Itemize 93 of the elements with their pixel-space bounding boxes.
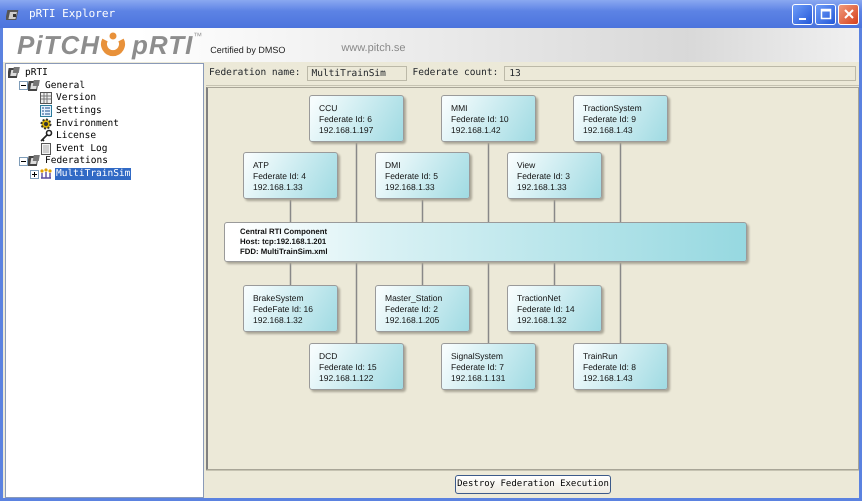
field-value: 13 — [504, 66, 856, 81]
federate-id: Federate Id: 8 — [583, 362, 636, 373]
ip-address: 192.168.1.205 — [385, 315, 440, 326]
ip-address: 192.168.1.33 — [517, 182, 567, 193]
federate-name: DMI — [385, 160, 401, 171]
federate-id: Federate Id: 3 — [517, 171, 570, 182]
federate-node[interactable]: TractionNet Federate Id: 14 192.168.1.32 — [507, 285, 602, 332]
logo-text: PiTCH — [17, 32, 100, 58]
close-button[interactable] — [838, 4, 859, 24]
ip-address: 192.168.1.131 — [451, 373, 506, 384]
ip-address: 192.168.1.43 — [583, 125, 633, 136]
federate-id: Federate Id: 6 — [319, 114, 372, 125]
grid-icon — [39, 91, 53, 106]
ip-address: 192.168.1.32 — [517, 315, 567, 326]
swirl-logo-icon — [100, 31, 128, 59]
document-icon — [39, 142, 53, 156]
minimize-icon — [799, 18, 806, 20]
field-label: Federate count: — [412, 66, 498, 80]
maximize-icon — [818, 7, 832, 21]
ip-address: 192.168.1.32 — [253, 315, 303, 326]
minimize-button[interactable] — [792, 4, 813, 24]
expand-toggle[interactable] — [19, 81, 28, 90]
window-title: pRTI Explorer — [29, 6, 116, 22]
federate-name: BrakeSystem — [253, 293, 304, 304]
ip-address: 192.168.1.42 — [451, 125, 501, 136]
connector-line — [290, 200, 292, 222]
tree-item[interactable]: Federations — [44, 155, 109, 168]
federate-id: Federate Id: 7 — [451, 362, 504, 373]
federate-name: TractionSystem — [583, 103, 642, 114]
federate-id: Federate Id: 15 — [319, 362, 377, 373]
federate-id: Federate Id: 10 — [451, 114, 509, 125]
tree-item[interactable]: Environment — [55, 118, 120, 130]
connector-line — [290, 263, 292, 285]
key-icon — [39, 129, 53, 144]
logo-icon — [28, 78, 42, 93]
connector-line — [422, 200, 424, 222]
ip-address: 192.168.1.197 — [319, 125, 374, 136]
connector-line — [554, 263, 556, 285]
field-value: MultiTrainSim — [306, 66, 407, 81]
federate-name: TrainRun — [583, 351, 618, 362]
federate-id: Federate Id: 2 — [385, 304, 438, 315]
federate-name: DCD — [319, 351, 338, 362]
close-icon — [842, 7, 856, 21]
federate-id: Federate Id: 9 — [583, 114, 636, 125]
gear-icon — [39, 116, 53, 131]
connector-line — [422, 263, 424, 285]
federate-node[interactable]: BrakeSystem FedeFate Id: 16 192.168.1.32 — [243, 285, 338, 332]
federate-node[interactable]: DCD Federate Id: 15 192.168.1.122 — [309, 343, 404, 390]
federate-name: Master_Station — [385, 293, 442, 304]
federate-id: FedeFate Id: 16 — [253, 304, 314, 315]
federate-node[interactable]: ATP Federate Id: 4 192.168.1.33 — [243, 152, 338, 199]
tree-item[interactable]: pRTI — [24, 67, 49, 80]
website-url: www.pitch.se — [341, 42, 406, 54]
federate-name: CCU — [319, 103, 338, 114]
expand-toggle[interactable] — [19, 156, 28, 166]
federate-name: SignalSystem — [451, 351, 503, 362]
list-icon — [39, 104, 53, 118]
tree-item[interactable]: Settings — [55, 105, 103, 118]
tree-item[interactable]: Version — [55, 92, 98, 104]
network-icon — [39, 167, 53, 182]
federate-node[interactable]: CCU Federate Id: 6 192.168.1.197 — [309, 95, 404, 142]
field-label: Federation name: — [209, 66, 301, 80]
product-name: pRTI — [132, 32, 194, 58]
certification-text: Certified by DMSO — [210, 45, 286, 55]
tree-item[interactable]: General — [44, 80, 86, 92]
maximize-button[interactable] — [815, 4, 836, 24]
trademark-sign: ™ — [193, 31, 202, 41]
federate-name: View — [517, 160, 536, 171]
tree-item[interactable]: Event Log — [55, 142, 108, 155]
federate-node[interactable]: DMI Federate Id: 5 192.168.1.33 — [375, 152, 470, 199]
logo-icon — [28, 154, 42, 168]
federate-node[interactable]: TractionSystem Federate Id: 9 192.168.1.43 — [573, 95, 668, 142]
ip-address: 192.168.1.33 — [385, 182, 435, 193]
federate-id: Federate Id: 14 — [517, 304, 575, 315]
federate-node[interactable]: MMI Federate Id: 10 192.168.1.42 — [441, 95, 536, 142]
federate-id: Federate Id: 4 — [253, 171, 306, 182]
federate-name: MMI — [451, 103, 468, 114]
federate-node[interactable]: Master_Station Federate Id: 2 192.168.1.205 — [375, 285, 470, 332]
federate-node[interactable]: TrainRun Federate Id: 8 192.168.1.43 — [573, 343, 668, 390]
connector-line — [554, 200, 556, 222]
expand-toggle[interactable] — [30, 170, 39, 179]
federate-id: Federate Id: 5 — [385, 171, 438, 182]
tree-item[interactable]: License — [55, 130, 98, 142]
ip-address: 192.168.1.33 — [253, 182, 303, 193]
ip-address: 192.168.1.43 — [583, 373, 633, 384]
federate-name: ATP — [253, 160, 269, 171]
destroy-federation-button[interactable]: Destroy Federation Execution — [455, 475, 611, 494]
logo-icon — [8, 66, 22, 80]
tree-item[interactable]: MultiTrainSim — [55, 168, 132, 180]
federate-name: TractionNet — [517, 293, 561, 304]
ip-address: 192.168.1.122 — [319, 373, 374, 384]
federate-node[interactable]: View Federate Id: 3 192.168.1.33 — [507, 152, 602, 199]
federate-node[interactable]: SignalSystem Federate Id: 7 192.168.1.131 — [441, 343, 536, 390]
